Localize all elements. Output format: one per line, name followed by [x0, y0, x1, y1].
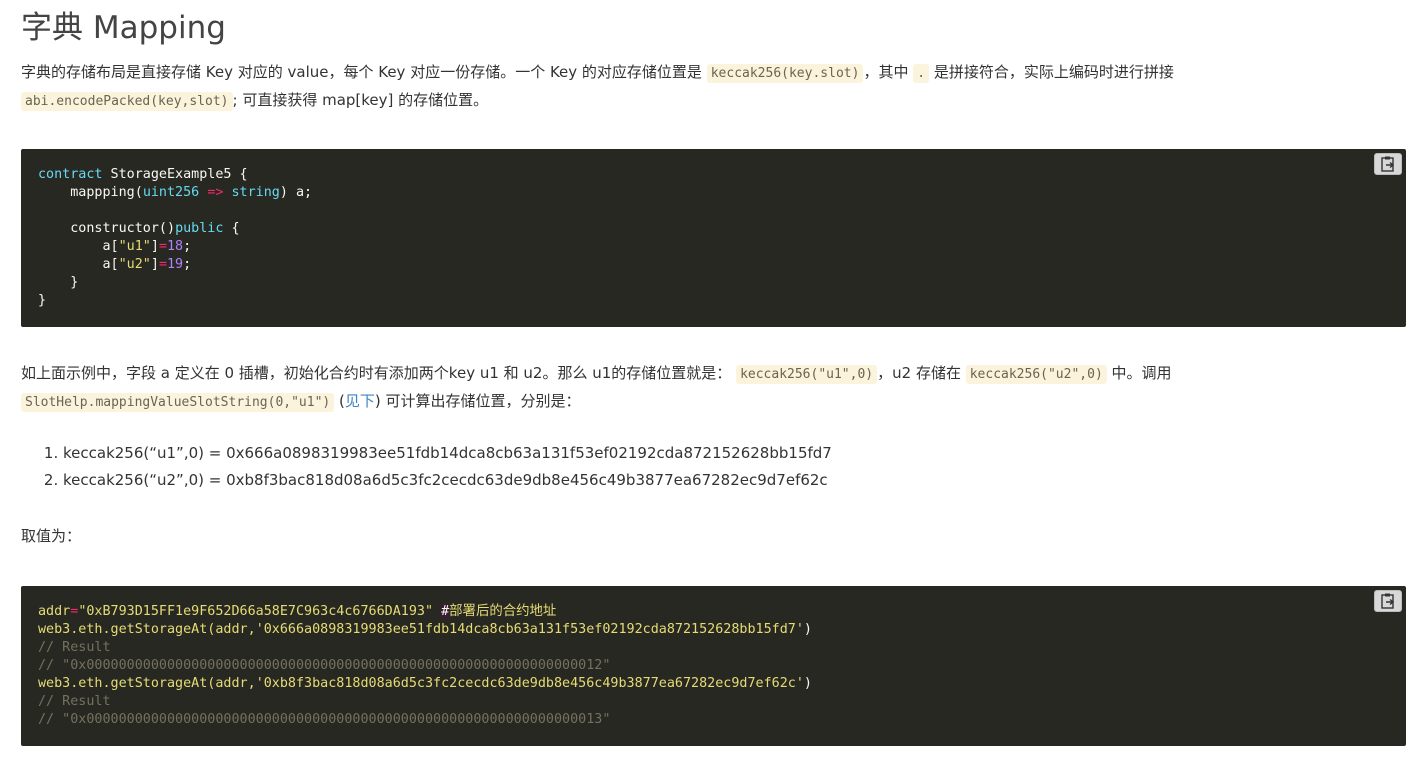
inline-code: SlotHelp.mappingValueSlotString(0,"u1"): [21, 393, 335, 412]
explain-text-4: (: [334, 392, 345, 410]
explain-text-5: ) 可计算出存储位置，分别是：: [374, 392, 581, 410]
code-content: addr="0xB793D15FF1e9F652D66a58E7C963c4c6…: [38, 604, 812, 727]
explain-text-2: ，u2 存储在: [877, 364, 966, 382]
code-block-solidity: contract StorageExample5 { mappping(uint…: [21, 149, 1406, 327]
see-below-link[interactable]: 见下: [345, 392, 375, 410]
inline-code: abi.encodePacked(key,slot): [21, 92, 233, 111]
explain-text-3: 中。调用: [1106, 364, 1172, 382]
values-label: 取值为：: [21, 527, 82, 545]
copy-button[interactable]: [1374, 590, 1402, 612]
code-content: contract StorageExample5 { mappping(uint…: [38, 167, 313, 308]
intro-text-2: ，其中: [863, 63, 914, 81]
inline-code: keccak256(key.slot): [706, 64, 864, 83]
intro-text-3: 是拼接符合，实际上编码时进行拼接: [929, 63, 1174, 81]
explain-paragraph: 如上面示例中，字段 a 定义在 0 插槽，初始化合约时有添加两个key u1 和…: [21, 360, 1401, 416]
page-heading: 字典 Mapping: [21, 10, 226, 46]
list-item: keccak256(“u1”,0) = 0x666a0898319983ee51…: [63, 440, 832, 467]
clipboard-icon: [1381, 156, 1395, 172]
list-item: keccak256(“u2”,0) = 0xb8f3bac818d08a6d5c…: [63, 467, 832, 494]
explain-text-1: 如上面示例中，字段 a 定义在 0 插槽，初始化合约时有添加两个key u1 和…: [21, 364, 737, 382]
inline-code: .: [913, 64, 930, 83]
inline-code: keccak256("u2",0): [965, 365, 1107, 384]
intro-text-4: ; 可直接获得 map[key] 的存储位置。: [232, 91, 489, 109]
code-block-web3: addr="0xB793D15FF1e9F652D66a58E7C963c4c6…: [21, 586, 1406, 746]
clipboard-icon: [1381, 593, 1395, 609]
hash-list: keccak256(“u1”,0) = 0x666a0898319983ee51…: [21, 440, 832, 494]
intro-text-1: 字典的存储布局是直接存储 Key 对应的 value，每个 Key 对应一份存储…: [21, 63, 707, 81]
copy-button[interactable]: [1374, 153, 1402, 175]
inline-code: keccak256("u1",0): [736, 365, 878, 384]
intro-paragraph: 字典的存储布局是直接存储 Key 对应的 value，每个 Key 对应一份存储…: [21, 59, 1401, 115]
